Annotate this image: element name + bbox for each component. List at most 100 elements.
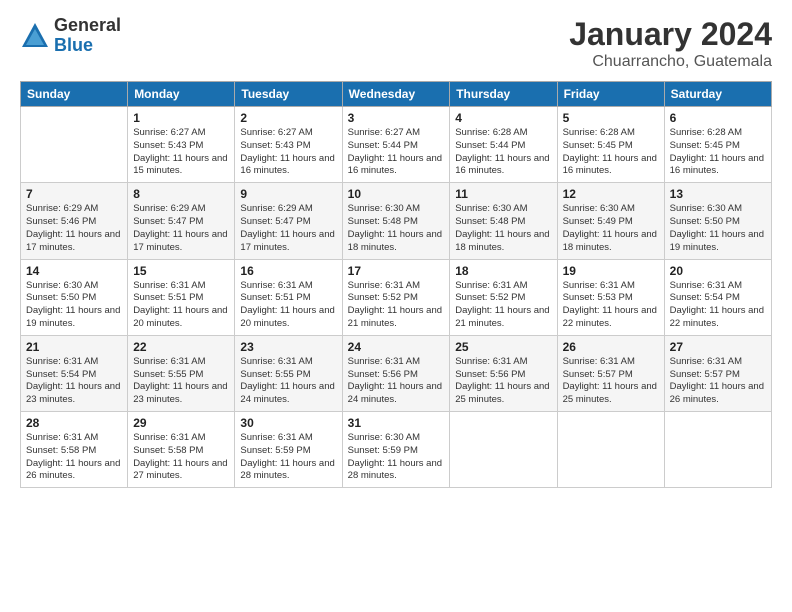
day-info: Sunrise: 6:31 AM Sunset: 5:58 PM Dayligh… [26, 432, 122, 483]
day-info: Sunrise: 6:30 AM Sunset: 5:59 PM Dayligh… [348, 432, 445, 483]
page: General Blue January 2024 Chuarrancho, G… [0, 0, 792, 612]
day-number: 19 [563, 264, 659, 278]
day-number: 2 [240, 111, 336, 125]
day-number: 21 [26, 340, 122, 354]
day-info: Sunrise: 6:28 AM Sunset: 5:45 PM Dayligh… [670, 127, 766, 178]
day-number: 26 [563, 340, 659, 354]
day-info: Sunrise: 6:31 AM Sunset: 5:53 PM Dayligh… [563, 280, 659, 331]
table-row: 26 Sunrise: 6:31 AM Sunset: 5:57 PM Dayli… [557, 335, 664, 411]
day-number: 28 [26, 416, 122, 430]
location-title: Chuarrancho, Guatemala [569, 53, 772, 71]
day-number: 14 [26, 264, 122, 278]
day-info: Sunrise: 6:27 AM Sunset: 5:43 PM Dayligh… [240, 127, 336, 178]
table-row: 8Sunrise: 6:29 AM Sunset: 5:47 PM Daylig… [128, 183, 235, 259]
table-row: 15 Sunrise: 6:31 AM Sunset: 5:51 PM Dayli… [128, 259, 235, 335]
day-number: 12 [563, 187, 659, 201]
day-number: 15 [133, 264, 229, 278]
logo-blue: Blue [54, 36, 121, 56]
month-title: January 2024 [569, 16, 772, 53]
table-row: 16 Sunrise: 6:31 AM Sunset: 5:51 PM Dayli… [235, 259, 342, 335]
table-row: 7 Sunrise: 6:29 AM Sunset: 5:46 PM Daylig… [21, 183, 128, 259]
table-row: 1 Sunrise: 6:27 AM Sunset: 5:43 PM Daylig… [128, 107, 235, 183]
day-info: Sunrise: 6:27 AM Sunset: 5:44 PM Dayligh… [348, 127, 445, 178]
col-wednesday: Wednesday [342, 82, 450, 107]
day-info: Sunrise: 6:30 AM Sunset: 5:48 PM Dayligh… [348, 203, 445, 254]
table-row: 9 Sunrise: 6:29 AM Sunset: 5:47 PM Daylig… [235, 183, 342, 259]
day-number: 3 [348, 111, 445, 125]
logo-icon [20, 21, 50, 51]
day-info: Sunrise: 6:31 AM Sunset: 5:54 PM Dayligh… [670, 280, 766, 331]
day-info: Sunrise: 6:31 AM Sunset: 5:57 PM Dayligh… [563, 356, 659, 407]
title-block: January 2024 Chuarrancho, Guatemala [569, 16, 772, 71]
day-number: 5 [563, 111, 659, 125]
table-row: 3 Sunrise: 6:27 AM Sunset: 5:44 PM Daylig… [342, 107, 450, 183]
col-friday: Friday [557, 82, 664, 107]
table-row: 23Sunrise: 6:31 AM Sunset: 5:55 PM Dayli… [235, 335, 342, 411]
day-number: 29 [133, 416, 229, 430]
calendar-week-row: 1 Sunrise: 6:27 AM Sunset: 5:43 PM Daylig… [21, 107, 772, 183]
table-row: 17Sunrise: 6:31 AM Sunset: 5:52 PM Dayli… [342, 259, 450, 335]
day-number: 16 [240, 264, 336, 278]
day-info: Sunrise: 6:31 AM Sunset: 5:52 PM Dayligh… [455, 280, 551, 331]
table-row: 31 Sunrise: 6:30 AM Sunset: 5:59 PM Dayli… [342, 412, 450, 488]
col-saturday: Saturday [664, 82, 771, 107]
day-info: Sunrise: 6:31 AM Sunset: 5:51 PM Dayligh… [133, 280, 229, 331]
table-row: 24Sunrise: 6:31 AM Sunset: 5:56 PM Dayli… [342, 335, 450, 411]
table-row: 12 Sunrise: 6:30 AM Sunset: 5:49 PM Dayli… [557, 183, 664, 259]
day-number: 7 [26, 187, 122, 201]
day-info: Sunrise: 6:28 AM Sunset: 5:44 PM Dayligh… [455, 127, 551, 178]
calendar-week-row: 28 Sunrise: 6:31 AM Sunset: 5:58 PM Dayli… [21, 412, 772, 488]
table-row: 11 Sunrise: 6:30 AM Sunset: 5:48 PM Dayli… [450, 183, 557, 259]
day-number: 11 [455, 187, 551, 201]
table-row: 22Sunrise: 6:31 AM Sunset: 5:55 PM Dayli… [128, 335, 235, 411]
day-info: Sunrise: 6:31 AM Sunset: 5:56 PM Dayligh… [348, 356, 445, 407]
day-number: 6 [670, 111, 766, 125]
col-tuesday: Tuesday [235, 82, 342, 107]
day-number: 1 [133, 111, 229, 125]
day-info: Sunrise: 6:30 AM Sunset: 5:49 PM Dayligh… [563, 203, 659, 254]
table-row: 6 Sunrise: 6:28 AM Sunset: 5:45 PM Daylig… [664, 107, 771, 183]
day-info: Sunrise: 6:31 AM Sunset: 5:51 PM Dayligh… [240, 280, 336, 331]
day-info: Sunrise: 6:29 AM Sunset: 5:47 PM Dayligh… [240, 203, 336, 254]
table-row: 29 Sunrise: 6:31 AM Sunset: 5:58 PM Dayli… [128, 412, 235, 488]
day-number: 18 [455, 264, 551, 278]
day-info: Sunrise: 6:31 AM Sunset: 5:58 PM Dayligh… [133, 432, 229, 483]
day-number: 22 [133, 340, 229, 354]
table-row: 28 Sunrise: 6:31 AM Sunset: 5:58 PM Dayli… [21, 412, 128, 488]
table-row: 19 Sunrise: 6:31 AM Sunset: 5:53 PM Dayli… [557, 259, 664, 335]
day-info: Sunrise: 6:29 AM Sunset: 5:46 PM Dayligh… [26, 203, 122, 254]
table-row: 25Sunrise: 6:31 AM Sunset: 5:56 PM Dayli… [450, 335, 557, 411]
table-row [557, 412, 664, 488]
calendar-table: Sunday Monday Tuesday Wednesday Thursday… [20, 81, 772, 488]
day-info: Sunrise: 6:28 AM Sunset: 5:45 PM Dayligh… [563, 127, 659, 178]
calendar-header-row: Sunday Monday Tuesday Wednesday Thursday… [21, 82, 772, 107]
logo: General Blue [20, 16, 121, 56]
calendar-week-row: 14 Sunrise: 6:30 AM Sunset: 5:50 PM Dayli… [21, 259, 772, 335]
table-row: 20 Sunrise: 6:31 AM Sunset: 5:54 PM Dayli… [664, 259, 771, 335]
day-info: Sunrise: 6:30 AM Sunset: 5:50 PM Dayligh… [26, 280, 122, 331]
day-number: 9 [240, 187, 336, 201]
day-number: 4 [455, 111, 551, 125]
calendar-week-row: 21 Sunrise: 6:31 AM Sunset: 5:54 PM Dayli… [21, 335, 772, 411]
table-row: 5 Sunrise: 6:28 AM Sunset: 5:45 PM Daylig… [557, 107, 664, 183]
day-number: 31 [348, 416, 445, 430]
table-row: 21 Sunrise: 6:31 AM Sunset: 5:54 PM Dayli… [21, 335, 128, 411]
day-info: Sunrise: 6:31 AM Sunset: 5:55 PM Dayligh… [240, 356, 336, 407]
day-number: 20 [670, 264, 766, 278]
day-info: Sunrise: 6:31 AM Sunset: 5:56 PM Dayligh… [455, 356, 551, 407]
day-info: Sunrise: 6:31 AM Sunset: 5:54 PM Dayligh… [26, 356, 122, 407]
day-info: Sunrise: 6:31 AM Sunset: 5:57 PM Dayligh… [670, 356, 766, 407]
day-number: 13 [670, 187, 766, 201]
day-info: Sunrise: 6:30 AM Sunset: 5:48 PM Dayligh… [455, 203, 551, 254]
table-row: 10 Sunrise: 6:30 AM Sunset: 5:48 PM Dayli… [342, 183, 450, 259]
day-number: 10 [348, 187, 445, 201]
day-number: 17 [348, 264, 445, 278]
table-row: 2 Sunrise: 6:27 AM Sunset: 5:43 PM Daylig… [235, 107, 342, 183]
day-info: Sunrise: 6:30 AM Sunset: 5:50 PM Dayligh… [670, 203, 766, 254]
day-info: Sunrise: 6:27 AM Sunset: 5:43 PM Dayligh… [133, 127, 229, 178]
table-row: 13 Sunrise: 6:30 AM Sunset: 5:50 PM Dayli… [664, 183, 771, 259]
table-row: 27 Sunrise: 6:31 AM Sunset: 5:57 PM Dayli… [664, 335, 771, 411]
day-number: 27 [670, 340, 766, 354]
table-row: 18 Sunrise: 6:31 AM Sunset: 5:52 PM Dayli… [450, 259, 557, 335]
col-sunday: Sunday [21, 82, 128, 107]
